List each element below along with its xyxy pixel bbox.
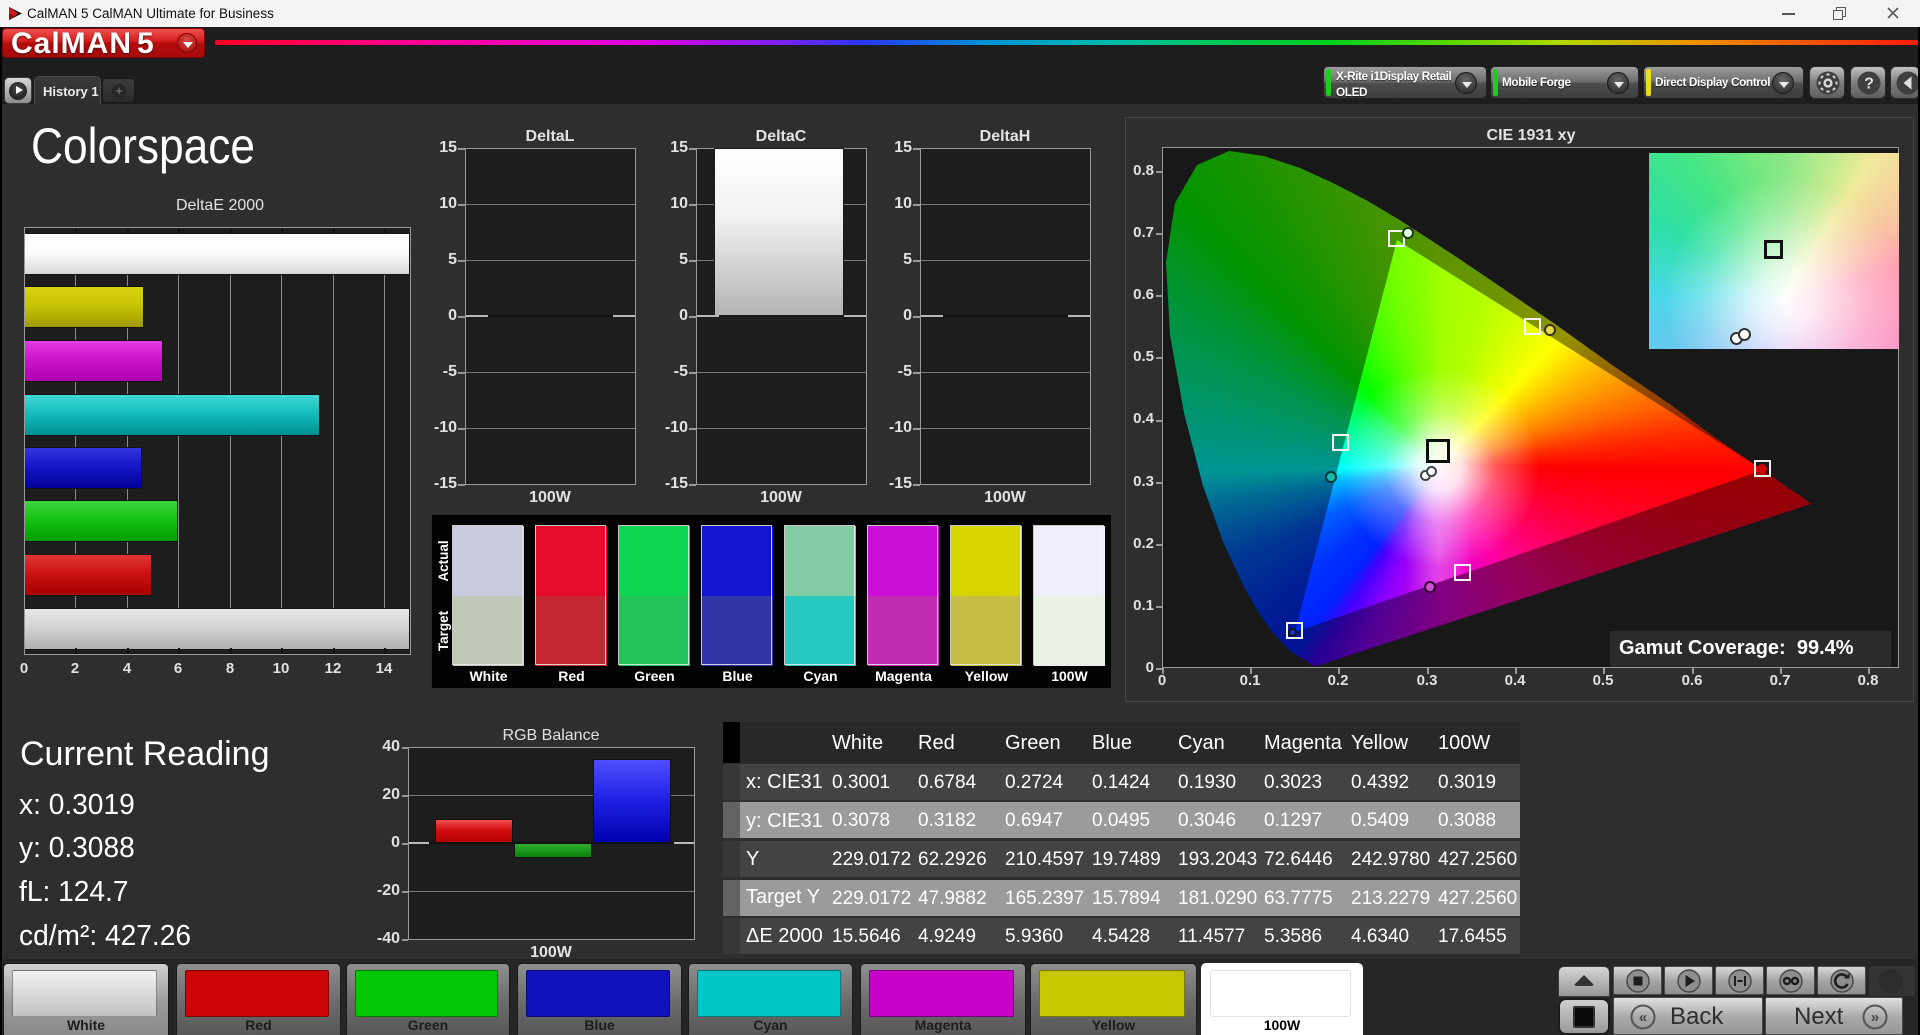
svg-text:»: » — [1871, 1009, 1879, 1026]
svg-text:«: « — [1639, 1009, 1647, 1026]
svg-text:?: ? — [1864, 76, 1874, 93]
